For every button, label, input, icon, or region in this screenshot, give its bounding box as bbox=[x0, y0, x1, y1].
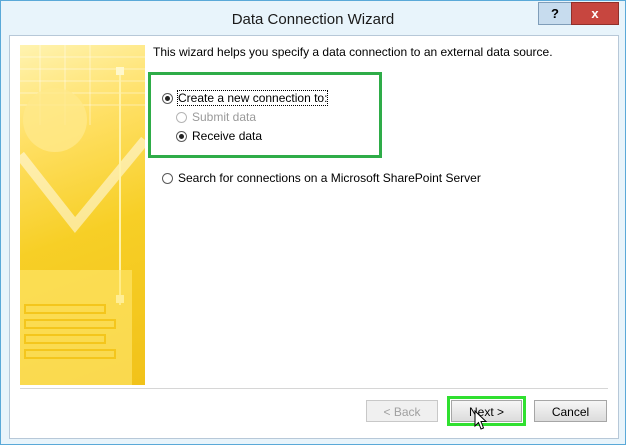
mouse-pointer-icon bbox=[474, 409, 488, 435]
radio-submit-data-label: Submit data bbox=[192, 110, 257, 124]
wizard-window: Data Connection Wizard ? x This wizard h… bbox=[0, 0, 626, 445]
separator bbox=[20, 388, 608, 389]
radio-create-new[interactable]: Create a new connection to: bbox=[162, 90, 329, 106]
window-title: Data Connection Wizard bbox=[231, 11, 395, 28]
help-button[interactable]: ? bbox=[538, 2, 572, 25]
intro-text: This wizard helps you specify a data con… bbox=[153, 45, 553, 59]
wizard-body: This wizard helps you specify a data con… bbox=[9, 35, 619, 439]
radio-create-new-label: Create a new connection to: bbox=[176, 90, 329, 106]
back-button[interactable]: < Back bbox=[366, 400, 438, 422]
wizard-banner-image bbox=[20, 45, 145, 385]
radio-search-sharepoint[interactable]: Search for connections on a Microsoft Sh… bbox=[162, 171, 481, 185]
radio-button[interactable] bbox=[176, 111, 187, 123]
radio-button[interactable] bbox=[176, 130, 187, 142]
radio-search-sharepoint-label: Search for connections on a Microsoft Sh… bbox=[178, 171, 481, 185]
radio-receive-data-label: Receive data bbox=[192, 129, 263, 143]
title-bar[interactable]: Data Connection Wizard ? x bbox=[1, 1, 625, 35]
radio-submit-data[interactable]: Submit data bbox=[176, 110, 256, 124]
close-button[interactable]: x bbox=[571, 2, 619, 25]
radio-button[interactable] bbox=[162, 172, 173, 184]
radio-receive-data[interactable]: Receive data bbox=[176, 129, 262, 143]
cancel-button[interactable]: Cancel bbox=[534, 400, 607, 422]
radio-button[interactable] bbox=[162, 92, 173, 104]
